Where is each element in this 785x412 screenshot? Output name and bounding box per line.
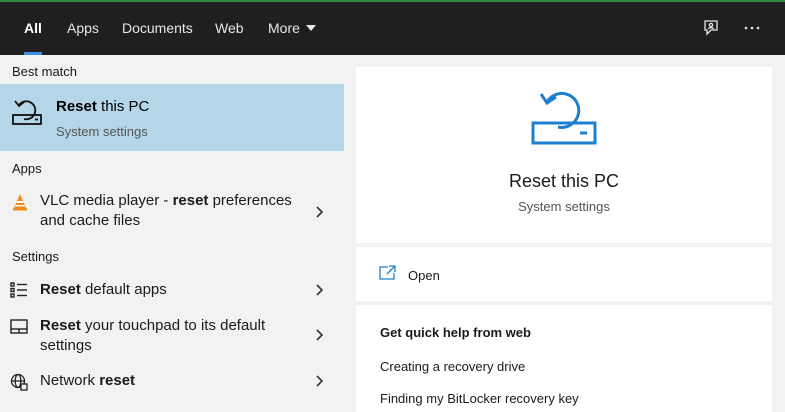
chevron-down-icon	[305, 25, 316, 32]
default-apps-text: Reset default apps	[40, 281, 167, 298]
results-list: Best match Reset this PC System settings…	[0, 55, 344, 412]
reset-pc-icon	[10, 98, 44, 135]
list-item-default-apps[interactable]: Reset default apps	[0, 277, 344, 303]
best-match-item[interactable]: Reset this PC System settings	[0, 84, 344, 151]
tab-web-label: Web	[215, 20, 244, 36]
more-options-icon[interactable]	[738, 14, 766, 42]
tab-apps-label: Apps	[67, 20, 99, 36]
open-action-card: Open	[356, 247, 772, 301]
tab-more-label: More	[268, 20, 300, 36]
search-filter-bar: All Apps Documents Web More	[0, 0, 785, 55]
feedback-icon[interactable]	[697, 14, 725, 42]
list-item-vlc[interactable]: VLC media player - reset preferences and…	[0, 191, 344, 235]
chevron-right-icon	[314, 374, 324, 388]
chevron-right-icon	[314, 283, 324, 297]
network-reset-text: Network reset	[40, 372, 136, 389]
quick-help-card: Get quick help from web Creating a recov…	[356, 305, 772, 412]
touchpad-icon	[10, 319, 28, 340]
detail-pane: Reset this PC System settings Open Get q…	[356, 67, 772, 412]
tab-apps[interactable]: Apps	[55, 2, 111, 55]
detail-subtitle: System settings	[518, 199, 610, 214]
vlc-icon	[12, 193, 28, 216]
quick-help-heading: Get quick help from web	[380, 325, 531, 340]
open-icon	[378, 265, 396, 286]
list-item-touchpad[interactable]: Reset your touchpad to its default setti…	[0, 316, 344, 360]
tab-more[interactable]: More	[256, 2, 328, 55]
best-match-subtitle: System settings	[56, 124, 148, 139]
best-match-heading: Best match	[12, 64, 78, 79]
tab-web[interactable]: Web	[203, 2, 256, 55]
list-item-network-reset[interactable]: Network reset	[0, 368, 344, 394]
network-globe-icon	[10, 373, 28, 396]
help-link-bitlocker-key[interactable]: Finding my BitLocker recovery key	[380, 391, 579, 406]
help-link-recovery-drive[interactable]: Creating a recovery drive	[380, 359, 525, 374]
chevron-right-icon	[314, 205, 324, 219]
open-label: Open	[408, 268, 440, 283]
touchpad-text: Reset your touchpad to its default setti…	[40, 317, 266, 354]
best-match-title: Reset this PC	[56, 98, 150, 115]
tab-documents[interactable]: Documents	[110, 2, 205, 55]
detail-title: Reset this PC	[508, 171, 620, 191]
tab-all[interactable]: All	[12, 2, 54, 55]
tab-all-label: All	[24, 20, 42, 36]
apps-heading: Apps	[12, 161, 42, 176]
open-button[interactable]: Open	[378, 265, 440, 286]
vlc-item-text: VLC media player - reset preferences and…	[40, 192, 292, 229]
default-apps-icon	[10, 282, 28, 303]
detail-header-card: Reset this PC System settings	[356, 67, 772, 243]
settings-heading: Settings	[12, 249, 59, 264]
chevron-right-icon	[314, 328, 324, 342]
reset-pc-large-icon	[530, 87, 598, 156]
tab-documents-label: Documents	[122, 20, 193, 36]
